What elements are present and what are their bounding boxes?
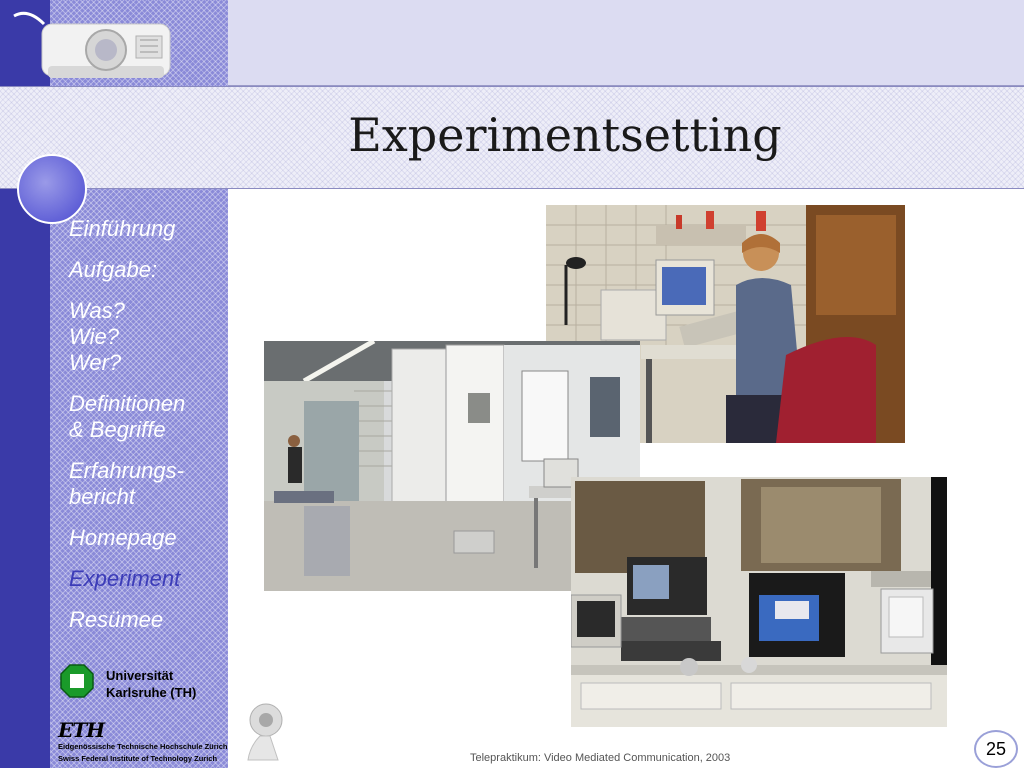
title-bullet-circle	[17, 154, 87, 224]
nav-item-was-wie-wer[interactable]: Was? Wie? Wer?	[69, 298, 229, 376]
nav-item-resuemee[interactable]: Resümee	[69, 607, 229, 633]
photo-lab-equipment	[571, 477, 947, 727]
page-number: 25	[974, 730, 1018, 768]
nav-item-einfuehrung[interactable]: Einführung	[69, 216, 229, 242]
uka-name: Universität Karlsruhe (TH)	[106, 668, 197, 700]
nav-item-erfahrungsbericht[interactable]: Erfahrungs- bericht	[69, 458, 229, 510]
eth-logo: ETH	[58, 718, 105, 742]
slide-title: Experimentsetting	[348, 108, 782, 162]
eth-name-de: Eidgenössische Technische Hochschule Zür…	[58, 742, 228, 751]
sidebar-nav: Einführung Aufgabe: Was? Wie? Wer? Defin…	[69, 216, 229, 648]
webcam-icon	[247, 703, 283, 761]
eth-name-en: Swiss Federal Institute of Technology Zu…	[58, 754, 218, 763]
nav-item-aufgabe[interactable]: Aufgabe:	[69, 257, 229, 283]
footer-text: Telepraktikum: Video Mediated Communicat…	[470, 752, 731, 764]
projector-icon	[13, 11, 171, 78]
nav-item-definitionen[interactable]: Definitionen & Begriffe	[69, 391, 229, 443]
uka-logo	[60, 664, 94, 698]
header-band	[228, 0, 1024, 86]
nav-item-homepage[interactable]: Homepage	[69, 525, 229, 551]
nav-item-experiment[interactable]: Experiment	[69, 566, 229, 592]
